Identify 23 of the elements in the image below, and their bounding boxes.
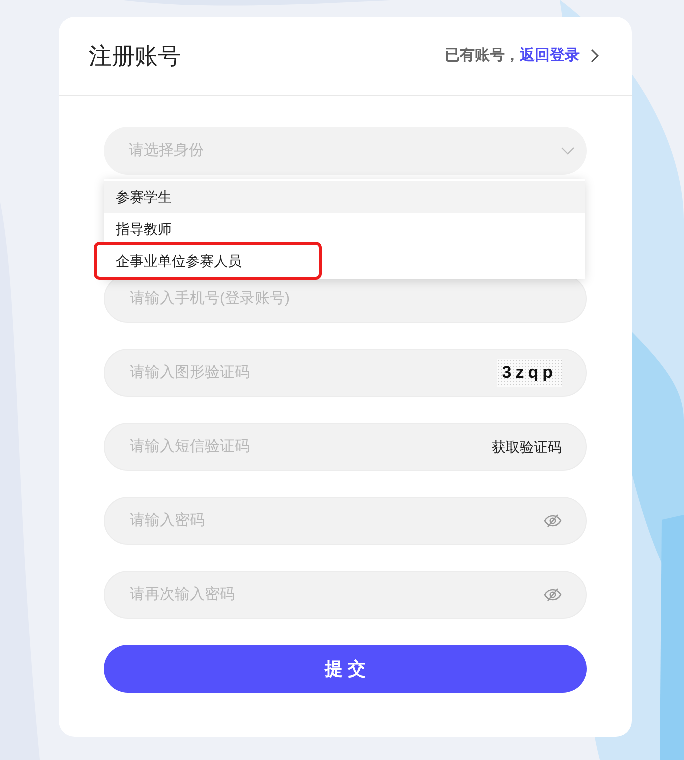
input-text[interactable]: 请再次输入密码 bbox=[130, 584, 544, 606]
input-text[interactable]: 请输入图形验证码 bbox=[130, 362, 498, 384]
dropdown-option[interactable]: 参赛学生 bbox=[104, 181, 585, 213]
dropdown-option[interactable]: 指导教师 bbox=[104, 213, 585, 245]
chevron-down-icon bbox=[561, 147, 575, 155]
input-field[interactable]: 请再次输入密码 bbox=[104, 571, 587, 619]
login-link[interactable]: 返回登录 bbox=[520, 44, 580, 68]
chevron-right-icon[interactable] bbox=[590, 49, 600, 63]
select-placeholder: 请选择身份 bbox=[129, 140, 205, 161]
input-field[interactable]: 请输入图形验证码 3zqp bbox=[104, 349, 587, 397]
input-field[interactable]: 请输入短信验证码 获取验证码 bbox=[104, 423, 587, 471]
input-text[interactable]: 请输入短信验证码 bbox=[130, 436, 492, 458]
eye-off-icon[interactable] bbox=[544, 514, 562, 528]
page-title: 注册账号 bbox=[89, 42, 181, 71]
get-code-button[interactable]: 获取验证码 bbox=[492, 436, 562, 458]
input-text[interactable]: 请输入密码 bbox=[130, 510, 544, 532]
submit-button[interactable]: 提 交 bbox=[104, 645, 587, 693]
dropdown-option[interactable]: 企事业单位参赛人员 bbox=[97, 245, 319, 277]
input-field[interactable]: 请输入密码 bbox=[104, 497, 587, 545]
eye-off-icon[interactable] bbox=[544, 588, 562, 602]
login-prompt: 已有账号， bbox=[445, 46, 520, 66]
input-text[interactable]: 请输入手机号(登录账号) bbox=[130, 288, 562, 310]
captcha-image[interactable]: 3zqp bbox=[497, 359, 562, 387]
